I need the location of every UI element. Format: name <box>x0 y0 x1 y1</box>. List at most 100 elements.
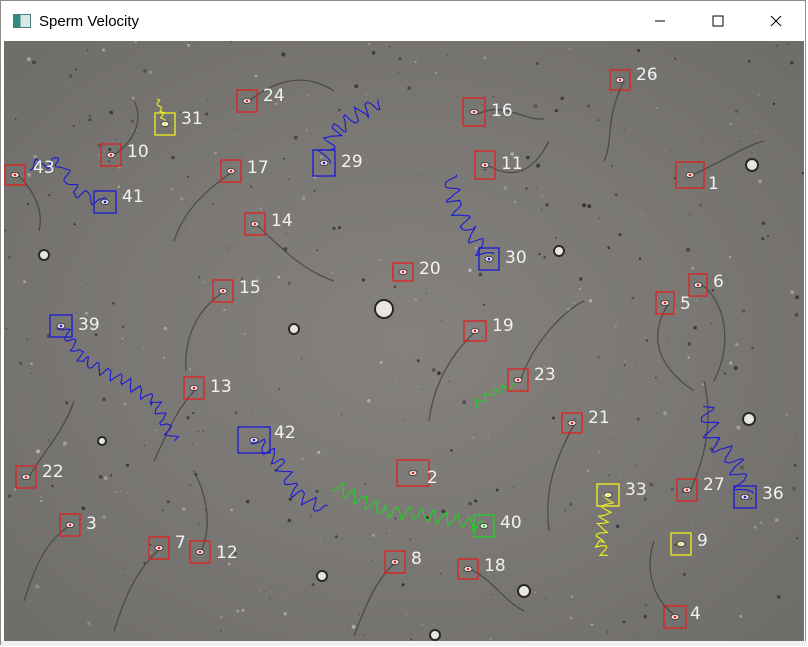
debris-speck <box>154 429 157 432</box>
debris-speck <box>570 595 574 598</box>
debris-speck <box>637 48 641 53</box>
debris-speck <box>756 130 758 133</box>
debris-speck <box>690 266 695 270</box>
debris-speck <box>40 499 43 503</box>
detection-id-label: 30 <box>505 248 527 268</box>
debris-speck <box>309 516 312 519</box>
debris-speck <box>121 325 125 329</box>
detection-id-label: 42 <box>274 423 296 443</box>
debris-speck <box>161 509 164 512</box>
debris-speck <box>495 488 499 492</box>
debris-speck <box>584 287 587 289</box>
debris-speck <box>87 621 91 626</box>
debris-speck <box>109 474 113 477</box>
debris-speck <box>615 524 620 528</box>
debris-speck <box>579 277 583 281</box>
debris-speck <box>192 411 195 415</box>
debris-speck <box>703 140 704 142</box>
debris-speck <box>163 356 166 359</box>
debris-speck <box>72 124 75 127</box>
debris-speck <box>673 89 675 91</box>
title-bar[interactable]: Sperm Velocity <box>1 1 805 41</box>
debris-speck <box>288 497 292 501</box>
debris-speck <box>597 356 600 359</box>
debris-speck <box>636 417 640 421</box>
debris-speck <box>191 443 193 445</box>
debris-speck <box>243 333 246 336</box>
minimize-button[interactable] <box>631 1 689 41</box>
centroid-dot <box>606 493 610 497</box>
debris-speck <box>201 330 203 332</box>
debris-speck <box>458 151 460 153</box>
debris-speck <box>607 246 611 250</box>
video-frame: 1 2 3 4 5 6 7 8 9 10 11 12 13 14 15 16 17 18 19 20 21 22 23 24 2… <box>4 41 804 641</box>
debris-speck <box>241 608 245 612</box>
centroid-dot <box>229 169 233 173</box>
cell <box>745 158 759 172</box>
close-button[interactable] <box>747 1 805 41</box>
debris-speck <box>401 583 405 587</box>
cell <box>97 436 107 446</box>
debris-speck <box>246 499 250 504</box>
debris-speck <box>69 81 72 83</box>
detection-id-label: 14 <box>271 211 293 231</box>
debris-speck <box>220 616 223 619</box>
debris-speck <box>573 418 576 420</box>
debris-speck <box>483 303 486 306</box>
debris-speck <box>30 372 32 374</box>
detection-id-label: 5 <box>680 294 691 314</box>
debris-speck <box>398 57 402 60</box>
centroid-dot <box>13 173 17 177</box>
debris-speck <box>409 538 412 541</box>
debris-speck <box>582 203 587 208</box>
debris-speck <box>795 295 800 300</box>
debris-speck <box>623 129 626 131</box>
debris-speck <box>108 147 112 152</box>
debris-speck <box>277 275 281 279</box>
debris-speck <box>317 450 321 455</box>
debris-speck <box>678 208 680 209</box>
debris-speck <box>363 634 365 636</box>
debris-speck <box>251 409 253 411</box>
detection-id-label: 24 <box>263 86 285 106</box>
debris-speck <box>287 518 292 523</box>
debris-speck <box>287 281 291 285</box>
debris-speck <box>236 609 240 613</box>
debris-speck <box>287 178 290 181</box>
debris-speck <box>794 313 799 317</box>
debris-speck <box>306 94 310 97</box>
debris-speck <box>26 338 29 341</box>
debris-speck <box>163 326 167 331</box>
debris-speck <box>234 411 238 415</box>
detection-id-label: 20 <box>419 259 441 279</box>
debris-speck <box>421 623 424 626</box>
debris-speck <box>130 119 134 123</box>
window-title: Sperm Velocity <box>39 12 140 30</box>
detection-id-label: 43 <box>33 158 55 178</box>
debris-speck <box>354 84 359 89</box>
debris-speck <box>512 486 514 489</box>
debris-speck <box>14 488 17 491</box>
debris-speck <box>394 517 397 520</box>
debris-speck <box>130 130 133 132</box>
debris-speck <box>757 93 760 96</box>
debris-speck <box>406 614 408 616</box>
debris-speck <box>334 535 338 539</box>
debris-speck <box>536 163 541 168</box>
centroid-dot <box>221 289 225 293</box>
detection-id-label: 19 <box>492 316 514 336</box>
debris-speck <box>527 45 528 46</box>
maximize-button[interactable] <box>689 1 747 41</box>
debris-speck <box>796 537 799 540</box>
debris-speck <box>280 596 282 598</box>
debris-speck <box>27 173 31 177</box>
debris-speck <box>398 71 401 73</box>
debris-speck <box>741 351 743 353</box>
debris-speck <box>631 296 635 300</box>
debris-speck <box>109 110 114 115</box>
debris-speck <box>450 449 453 452</box>
debris-speck <box>208 412 210 414</box>
detection-id-label: 31 <box>181 109 203 129</box>
debris-speck <box>389 393 391 395</box>
debris-speck <box>26 202 29 206</box>
